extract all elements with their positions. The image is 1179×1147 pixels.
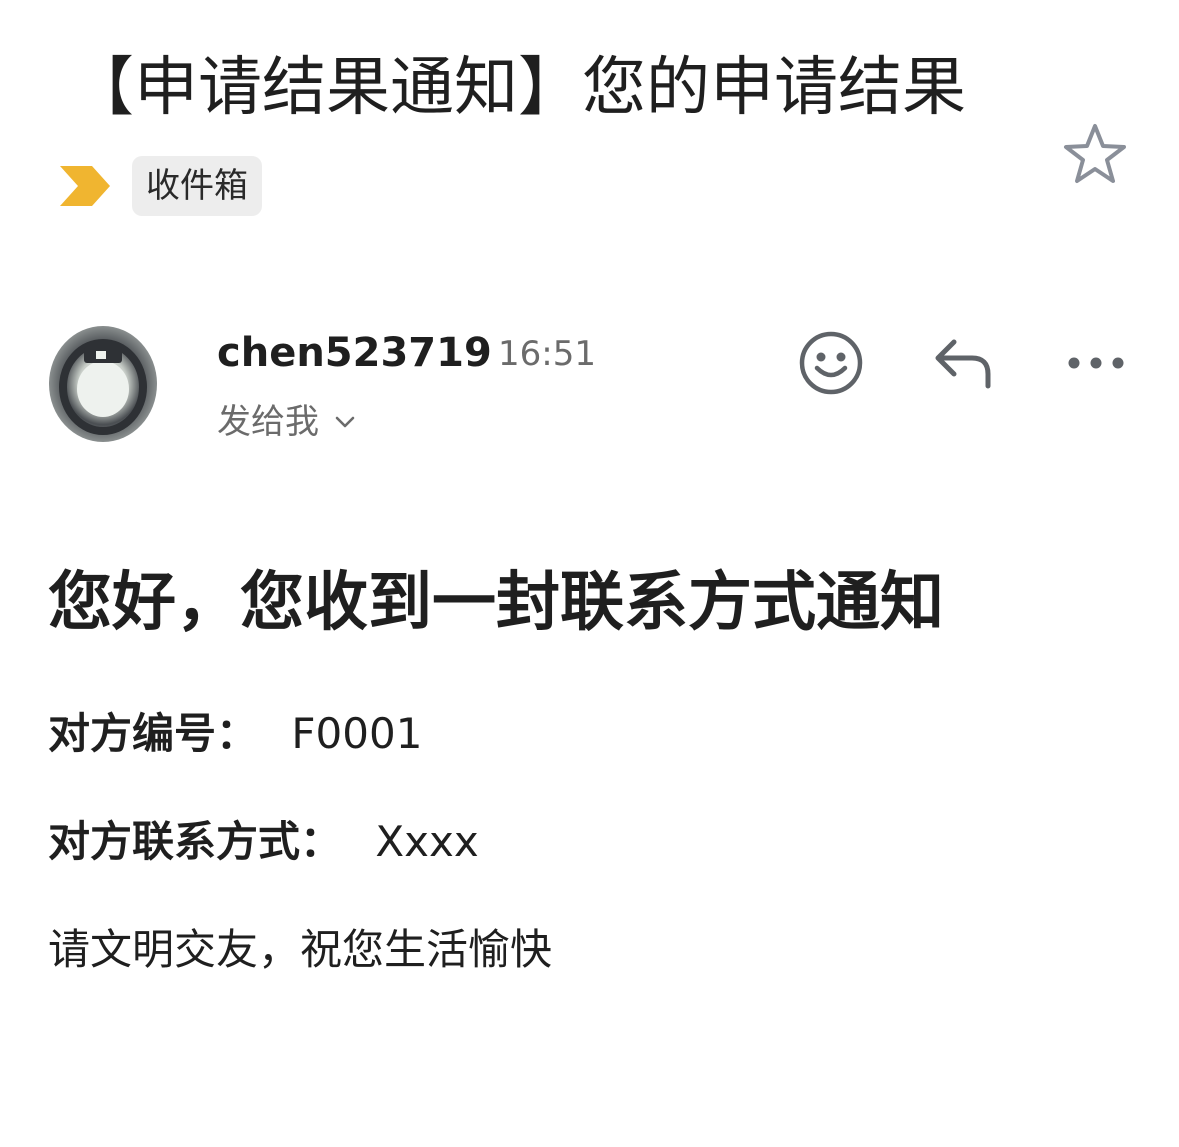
contact-label: 对方联系方式：: [48, 817, 343, 866]
reply-icon[interactable]: [932, 336, 994, 390]
email-subject: 【申请结果通知】您的申请结果: [70, 51, 966, 125]
body-closing: 请文明交友，祝您生活愉快: [48, 925, 553, 974]
sender-name[interactable]: chen523719: [217, 326, 492, 380]
contact-line: 对方联系方式： Xxxx: [48, 812, 479, 872]
email-time: 16:51: [498, 334, 596, 374]
star-icon[interactable]: [1062, 122, 1128, 186]
label-row: 收件箱: [58, 156, 262, 216]
body-greeting: 您好，您收到一封联系方式通知: [48, 566, 944, 640]
partner-id-line: 对方编号： F0001: [48, 704, 422, 764]
folder-chip[interactable]: 收件箱: [132, 156, 262, 216]
partner-id-label: 对方编号：: [48, 709, 259, 758]
more-options-icon[interactable]: [1066, 346, 1126, 380]
contact-value: Xxxx: [375, 817, 479, 866]
importance-marker-icon[interactable]: [58, 164, 112, 208]
emoji-reaction-icon[interactable]: [798, 330, 864, 396]
partner-id-value: F0001: [291, 709, 423, 758]
chevron-down-icon: [335, 416, 355, 428]
recipient-toggle[interactable]: 发给我: [217, 397, 357, 447]
avatar[interactable]: [48, 325, 158, 443]
recipient-label: 发给我: [217, 402, 319, 442]
